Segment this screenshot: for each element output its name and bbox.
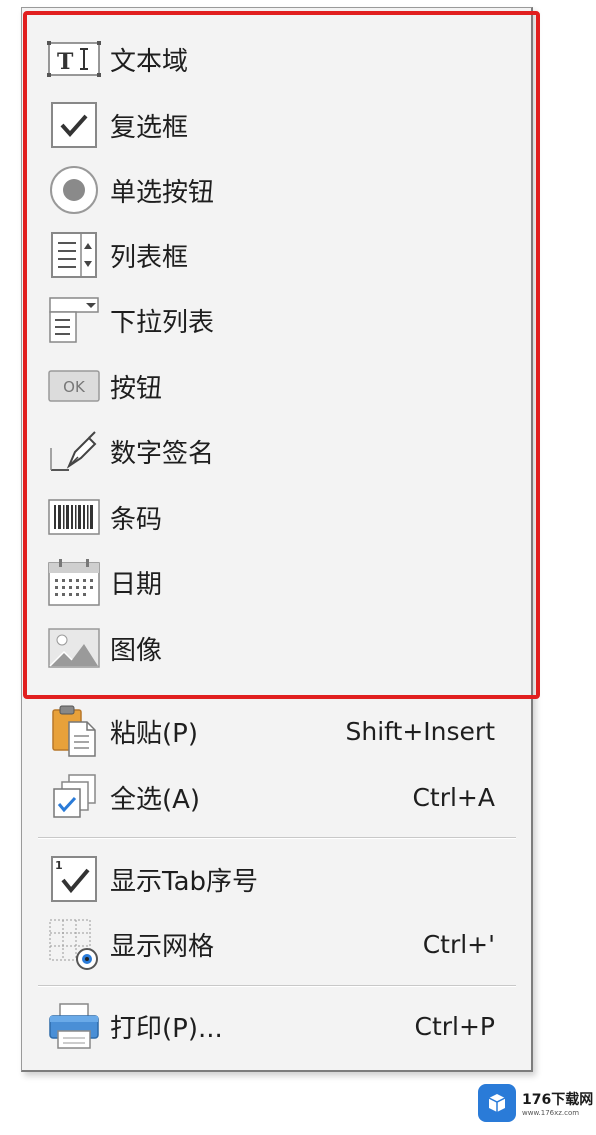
menu-item-select-all[interactable]: 全选(A) Ctrl+A (47, 769, 507, 825)
select-all-icon (47, 770, 101, 824)
menu-item-date[interactable]: 日期 (47, 554, 507, 610)
menu-item-button[interactable]: OK 按钮 (47, 358, 507, 414)
shortcut-text: Ctrl+' (422, 929, 495, 959)
tab-order-icon: 1 (47, 852, 101, 906)
menu-separator (38, 985, 516, 987)
watermark: 176下载网 www.176xz.com (470, 1071, 596, 1135)
button-icon: OK (47, 359, 101, 413)
radio-button-icon (47, 163, 101, 217)
svg-text:T: T (57, 49, 74, 75)
menu-item-label: 下拉列表 (110, 307, 215, 338)
menu-item-label: 图像 (110, 635, 163, 666)
checkbox-icon (47, 98, 101, 152)
menu-item-text-field[interactable]: T 文本域 (47, 31, 507, 87)
menu-item-label: 全选(A) (110, 784, 201, 815)
menu-item-dropdown-list[interactable]: 下拉列表 (47, 292, 507, 348)
dropdown-list-icon (47, 293, 101, 347)
image-icon (47, 621, 101, 675)
menu-item-label: 显示Tab序号 (110, 866, 259, 897)
menu-item-paste[interactable]: 粘贴(P) Shift+Insert (47, 703, 507, 759)
watermark-logo-icon (478, 1084, 516, 1122)
menu-item-list-box[interactable]: 列表框 (47, 227, 507, 283)
barcode-icon (47, 490, 101, 544)
signature-icon (47, 424, 101, 478)
menu-separator (38, 837, 516, 839)
shortcut-text: Shift+Insert (345, 716, 495, 746)
watermark-title: 176下载网 (522, 1092, 594, 1108)
menu-item-label: 日期 (110, 569, 163, 600)
menu-item-radio-button[interactable]: 单选按钮 (47, 162, 507, 218)
svg-text:1: 1 (55, 859, 63, 872)
shortcut-text: Ctrl+A (412, 782, 495, 812)
menu-item-show-tab-order[interactable]: 1 显示Tab序号 (47, 851, 507, 907)
menu-item-image[interactable]: 图像 (47, 620, 507, 676)
menu-item-label: 打印(P)... (110, 1013, 223, 1044)
menu-item-label: 显示网格 (110, 931, 215, 962)
list-box-icon (47, 228, 101, 282)
watermark-text: 176下载网 www.176xz.com (522, 1089, 593, 1117)
menu-item-print[interactable]: 打印(P)... Ctrl+P (47, 998, 507, 1054)
menu-item-label: 条码 (110, 504, 163, 535)
menu-item-checkbox[interactable]: 复选框 (47, 97, 507, 153)
menu-item-label: 文本域 (110, 46, 189, 77)
text-field-icon: T (47, 32, 101, 86)
menu-item-label: 列表框 (110, 242, 189, 273)
menu-item-label: 数字签名 (110, 438, 215, 469)
paste-icon (47, 704, 101, 758)
date-icon (47, 555, 101, 609)
menu-item-digital-signature[interactable]: 数字签名 (47, 423, 507, 479)
menu-item-show-grid[interactable]: 显示网格 Ctrl+' (47, 916, 507, 972)
shortcut-text: Ctrl+P (414, 1011, 495, 1041)
button-icon-text: OK (63, 378, 86, 396)
menu-item-barcode[interactable]: 条码 (47, 489, 507, 545)
printer-icon (47, 999, 101, 1053)
menu-item-label: 按钮 (110, 373, 163, 404)
grid-icon (47, 917, 101, 971)
watermark-subtitle: www.176xz.com (522, 1109, 580, 1117)
menu-item-label: 单选按钮 (110, 177, 215, 208)
menu-item-label: 复选框 (110, 112, 189, 143)
menu-item-label: 粘贴(P) (110, 718, 198, 749)
